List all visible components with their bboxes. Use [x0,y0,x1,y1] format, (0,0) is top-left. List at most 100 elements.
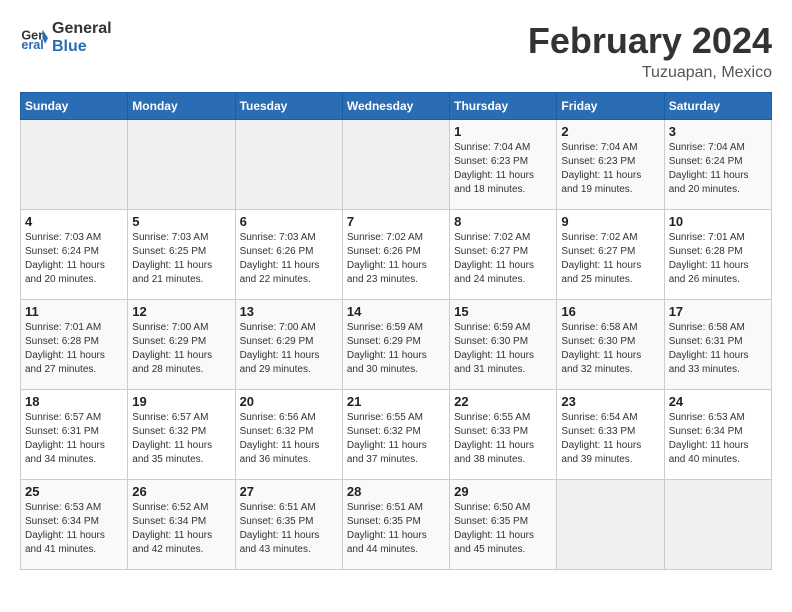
day-number: 24 [669,394,767,409]
header-row: SundayMondayTuesdayWednesdayThursdayFrid… [21,93,772,120]
day-number: 23 [561,394,659,409]
day-number: 11 [25,304,123,319]
calendar-header: SundayMondayTuesdayWednesdayThursdayFrid… [21,93,772,120]
day-cell: 17 Sunrise: 6:58 AM Sunset: 6:31 PM Dayli… [664,300,771,390]
day-info: Sunrise: 7:02 AM Sunset: 6:26 PM Dayligh… [347,231,445,287]
day-cell: 12 Sunrise: 7:00 AM Sunset: 6:29 PM Dayli… [128,300,235,390]
header-cell-tuesday: Tuesday [235,93,342,120]
day-info: Sunrise: 6:54 AM Sunset: 6:33 PM Dayligh… [561,411,659,467]
day-cell: 29Sunrise: 6:50 AM Sunset: 6:35 PM Dayli… [450,480,557,570]
location-title: Tuzuapan, Mexico [528,64,772,82]
day-number: 7 [347,214,445,229]
day-info: Sunrise: 6:59 AM Sunset: 6:29 PM Dayligh… [347,321,445,377]
day-info: Sunrise: 6:56 AM Sunset: 6:32 PM Dayligh… [240,411,338,467]
week-row-4: 18 Sunrise: 6:57 AM Sunset: 6:31 PM Dayli… [21,390,772,480]
day-number: 5 [132,214,230,229]
page-header: Gen eral General Blue February 2024 Tuzu… [20,20,772,82]
day-cell [342,120,449,210]
day-info: Sunrise: 7:03 AM Sunset: 6:24 PM Dayligh… [25,231,123,287]
day-cell [664,480,771,570]
day-number: 15 [454,304,552,319]
day-info: Sunrise: 6:53 AM Sunset: 6:34 PM Dayligh… [25,501,123,557]
day-cell: 4Sunrise: 7:03 AM Sunset: 6:24 PM Daylig… [21,210,128,300]
day-cell: 5 Sunrise: 7:03 AM Sunset: 6:25 PM Daylig… [128,210,235,300]
day-info: Sunrise: 7:04 AM Sunset: 6:23 PM Dayligh… [454,141,552,197]
day-info: Sunrise: 6:55 AM Sunset: 6:33 PM Dayligh… [454,411,552,467]
day-info: Sunrise: 6:59 AM Sunset: 6:30 PM Dayligh… [454,321,552,377]
day-info: Sunrise: 6:58 AM Sunset: 6:31 PM Dayligh… [669,321,767,377]
header-cell-thursday: Thursday [450,93,557,120]
day-cell: 19Sunrise: 6:57 AM Sunset: 6:32 PM Dayli… [128,390,235,480]
logo-text-line2: Blue [52,38,112,56]
day-cell: 25 Sunrise: 6:53 AM Sunset: 6:34 PM Dayli… [21,480,128,570]
day-info: Sunrise: 7:03 AM Sunset: 6:26 PM Dayligh… [240,231,338,287]
day-info: Sunrise: 7:00 AM Sunset: 6:29 PM Dayligh… [240,321,338,377]
day-cell: 27 Sunrise: 6:51 AM Sunset: 6:35 PM Dayli… [235,480,342,570]
day-cell: 24 Sunrise: 6:53 AM Sunset: 6:34 PM Dayli… [664,390,771,480]
day-cell: 9Sunrise: 7:02 AM Sunset: 6:27 PM Daylig… [557,210,664,300]
day-info: Sunrise: 6:53 AM Sunset: 6:34 PM Dayligh… [669,411,767,467]
day-number: 10 [669,214,767,229]
day-cell [557,480,664,570]
day-cell: 26Sunrise: 6:52 AM Sunset: 6:34 PM Dayli… [128,480,235,570]
header-cell-saturday: Saturday [664,93,771,120]
day-cell: 20 Sunrise: 6:56 AM Sunset: 6:32 PM Dayli… [235,390,342,480]
day-cell: 1Sunrise: 7:04 AM Sunset: 6:23 PM Daylig… [450,120,557,210]
day-info: Sunrise: 6:51 AM Sunset: 6:35 PM Dayligh… [240,501,338,557]
day-cell: 6 Sunrise: 7:03 AM Sunset: 6:26 PM Daylig… [235,210,342,300]
day-number: 22 [454,394,552,409]
header-cell-monday: Monday [128,93,235,120]
day-cell: 16Sunrise: 6:58 AM Sunset: 6:30 PM Dayli… [557,300,664,390]
day-info: Sunrise: 7:01 AM Sunset: 6:28 PM Dayligh… [25,321,123,377]
calendar-table: SundayMondayTuesdayWednesdayThursdayFrid… [20,92,772,570]
logo-icon: Gen eral [20,24,48,52]
title-area: February 2024 Tuzuapan, Mexico [528,20,772,82]
week-row-1: 1Sunrise: 7:04 AM Sunset: 6:23 PM Daylig… [21,120,772,210]
day-info: Sunrise: 7:00 AM Sunset: 6:29 PM Dayligh… [132,321,230,377]
day-cell: 15 Sunrise: 6:59 AM Sunset: 6:30 PM Dayli… [450,300,557,390]
day-info: Sunrise: 6:51 AM Sunset: 6:35 PM Dayligh… [347,501,445,557]
day-number: 8 [454,214,552,229]
day-number: 26 [132,484,230,499]
day-info: Sunrise: 6:58 AM Sunset: 6:30 PM Dayligh… [561,321,659,377]
day-info: Sunrise: 7:02 AM Sunset: 6:27 PM Dayligh… [561,231,659,287]
day-info: Sunrise: 6:55 AM Sunset: 6:32 PM Dayligh… [347,411,445,467]
day-cell: 3Sunrise: 7:04 AM Sunset: 6:24 PM Daylig… [664,120,771,210]
week-row-5: 25 Sunrise: 6:53 AM Sunset: 6:34 PM Dayli… [21,480,772,570]
logo: Gen eral General Blue [20,20,112,55]
day-number: 12 [132,304,230,319]
svg-text:eral: eral [21,38,43,52]
day-cell [235,120,342,210]
day-info: Sunrise: 7:03 AM Sunset: 6:25 PM Dayligh… [132,231,230,287]
day-number: 29 [454,484,552,499]
month-title: February 2024 [528,20,772,62]
day-number: 13 [240,304,338,319]
day-cell: 13 Sunrise: 7:00 AM Sunset: 6:29 PM Dayli… [235,300,342,390]
day-cell: 22 Sunrise: 6:55 AM Sunset: 6:33 PM Dayli… [450,390,557,480]
day-number: 28 [347,484,445,499]
day-cell [128,120,235,210]
day-cell: 28 Sunrise: 6:51 AM Sunset: 6:35 PM Dayli… [342,480,449,570]
day-number: 27 [240,484,338,499]
day-number: 3 [669,124,767,139]
day-cell: 2 Sunrise: 7:04 AM Sunset: 6:23 PM Daylig… [557,120,664,210]
day-cell: 21Sunrise: 6:55 AM Sunset: 6:32 PM Dayli… [342,390,449,480]
day-number: 25 [25,484,123,499]
day-cell [21,120,128,210]
calendar-body: 1Sunrise: 7:04 AM Sunset: 6:23 PM Daylig… [21,120,772,570]
header-cell-friday: Friday [557,93,664,120]
day-number: 20 [240,394,338,409]
day-number: 6 [240,214,338,229]
week-row-3: 11 Sunrise: 7:01 AM Sunset: 6:28 PM Dayli… [21,300,772,390]
day-number: 18 [25,394,123,409]
day-number: 14 [347,304,445,319]
day-info: Sunrise: 6:57 AM Sunset: 6:32 PM Dayligh… [132,411,230,467]
day-cell: 18 Sunrise: 6:57 AM Sunset: 6:31 PM Dayli… [21,390,128,480]
day-number: 2 [561,124,659,139]
day-info: Sunrise: 7:04 AM Sunset: 6:23 PM Dayligh… [561,141,659,197]
day-cell: 23 Sunrise: 6:54 AM Sunset: 6:33 PM Dayli… [557,390,664,480]
day-number: 17 [669,304,767,319]
header-cell-wednesday: Wednesday [342,93,449,120]
day-info: Sunrise: 6:57 AM Sunset: 6:31 PM Dayligh… [25,411,123,467]
week-row-2: 4Sunrise: 7:03 AM Sunset: 6:24 PM Daylig… [21,210,772,300]
